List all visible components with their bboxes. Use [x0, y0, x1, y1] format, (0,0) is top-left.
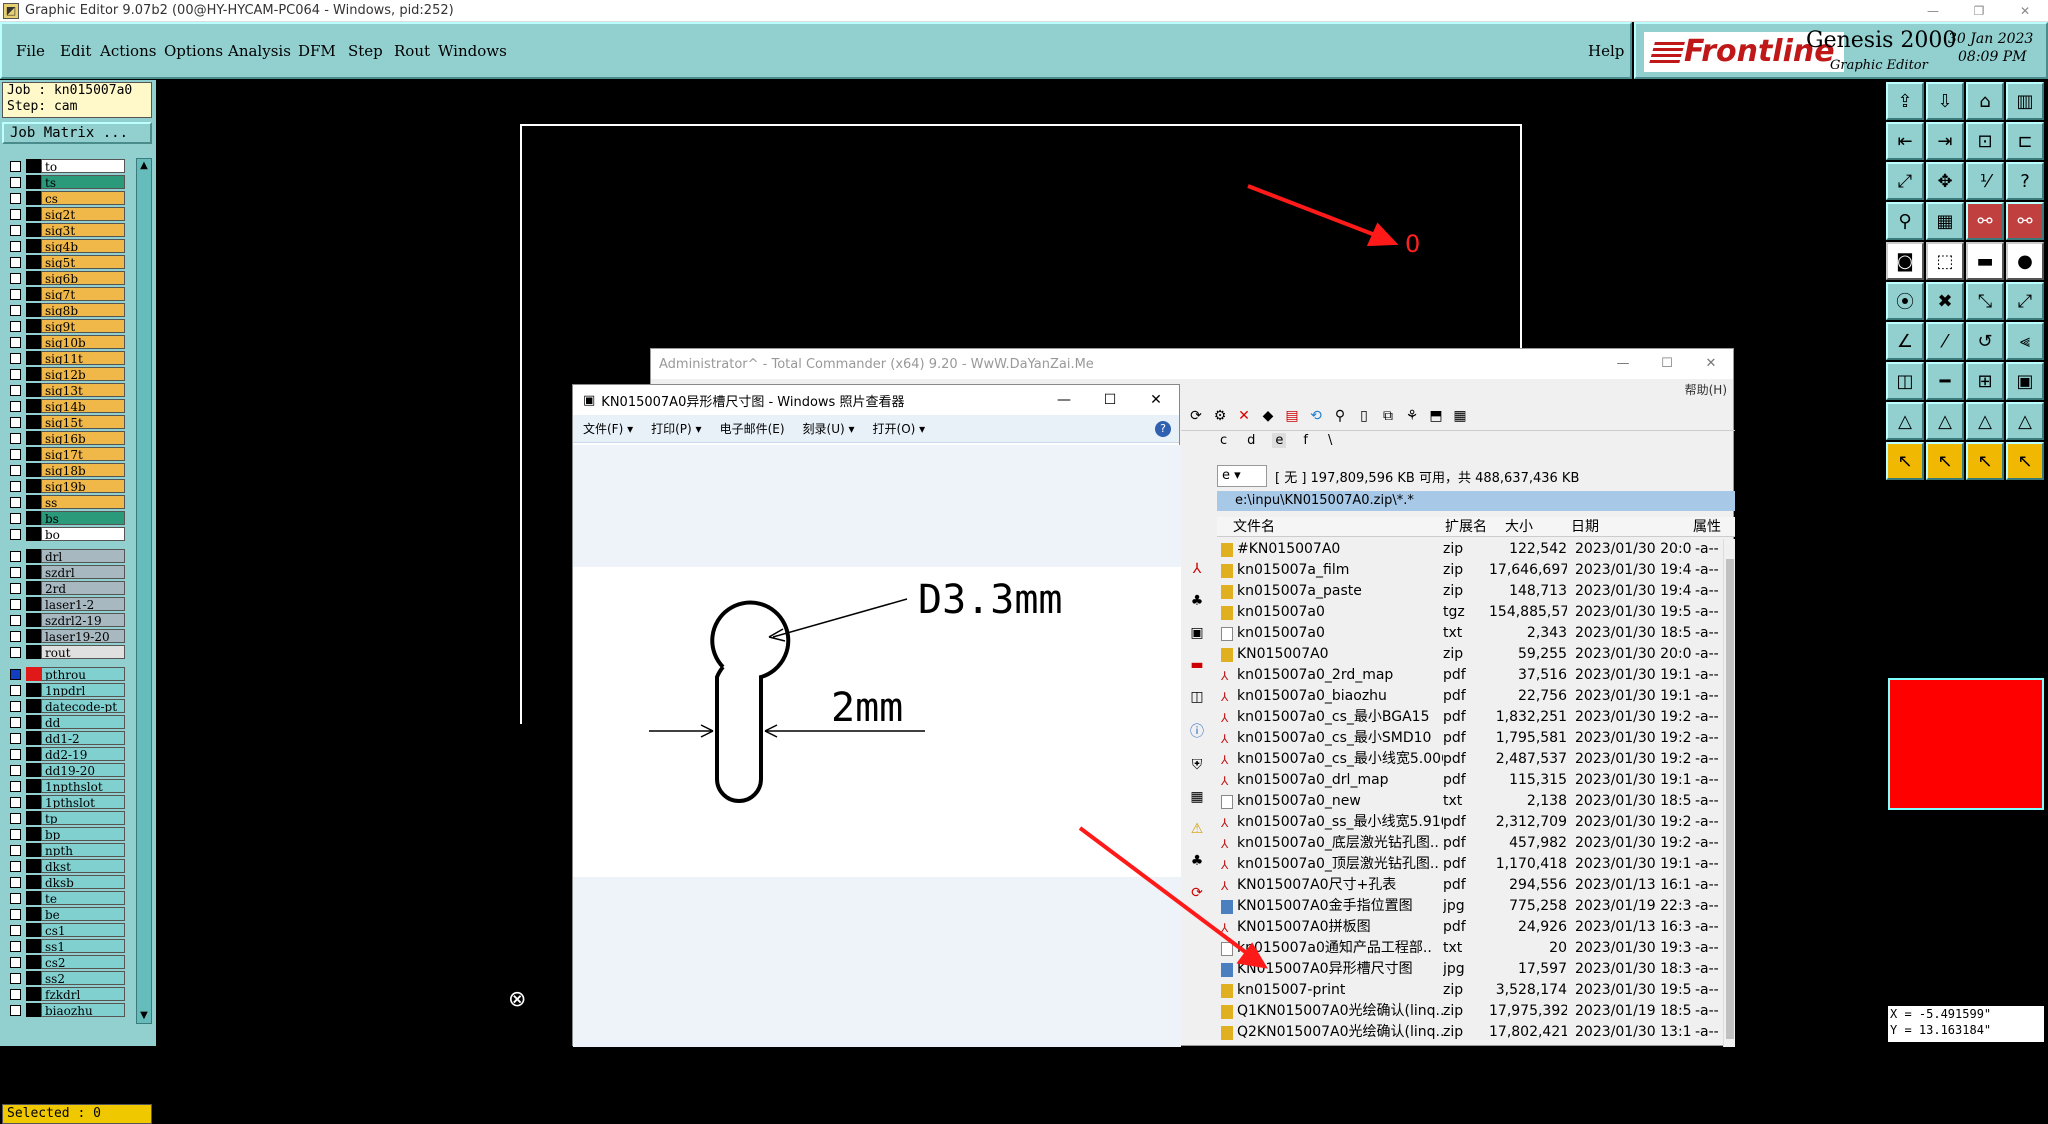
annotation-overlay	[1078, 184, 1399, 969]
selected-count: Selected : 0	[2, 1104, 152, 1124]
arrow-top	[1247, 184, 1389, 242]
arrow-top-head	[1366, 222, 1399, 247]
annotation-arrows	[1078, 184, 1399, 969]
arrow-bottom	[1078, 826, 1258, 962]
